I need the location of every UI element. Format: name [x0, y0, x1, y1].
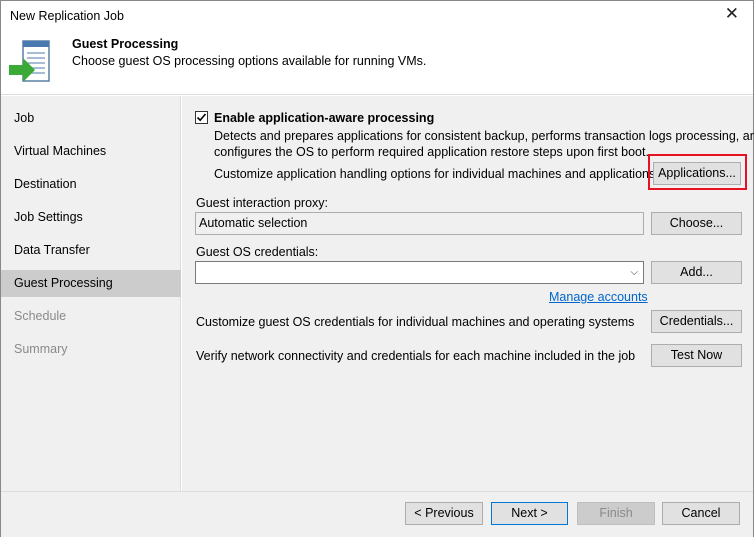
app-aware-label[interactable]: Enable application-aware processing	[214, 111, 434, 125]
close-icon[interactable]: ✕	[725, 4, 739, 24]
app-aware-checkbox[interactable]	[195, 111, 208, 124]
credentials-dropdown[interactable]: ⌵	[195, 261, 644, 284]
add-credentials-button[interactable]: Add...	[651, 261, 742, 284]
proxy-field: Automatic selection	[195, 212, 644, 235]
sidebar-item-job[interactable]: Job	[1, 105, 181, 132]
wizard-footer: < Previous Next > Finish Cancel	[1, 491, 753, 537]
choose-proxy-button[interactable]: Choose...	[651, 212, 742, 235]
applications-button[interactable]: Applications...	[653, 162, 741, 185]
sidebar-item-job-settings[interactable]: Job Settings	[1, 204, 181, 231]
credentials-button[interactable]: Credentials...	[651, 310, 742, 333]
new-replication-job-window: New Replication Job ✕ Guest Processing C…	[0, 0, 754, 537]
proxy-label: Guest interaction proxy:	[196, 196, 329, 210]
test-now-button[interactable]: Test Now	[651, 344, 742, 367]
header-title: Guest Processing	[72, 37, 179, 51]
window-title: New Replication Job	[10, 9, 124, 23]
guest-processing-icon	[9, 39, 53, 91]
header-subtitle: Choose guest OS processing options avail…	[72, 54, 427, 68]
wizard-header: Guest Processing Choose guest OS process…	[1, 31, 753, 95]
checkmark-icon	[196, 113, 207, 122]
app-aware-description-line2: configures the OS to perform required ap…	[214, 145, 649, 159]
title-bar: New Replication Job ✕	[1, 1, 753, 31]
sidebar-item-guest-processing[interactable]: Guest Processing	[1, 270, 181, 297]
sidebar-item-schedule: Schedule	[14, 309, 67, 323]
app-aware-description-line1: Detects and prepares applications for co…	[214, 129, 754, 143]
guest-processing-panel: Enable application-aware processing Dete…	[182, 96, 754, 491]
wizard-steps-sidebar: Job Virtual Machines Destination Job Set…	[1, 96, 181, 491]
previous-button[interactable]: < Previous	[405, 502, 483, 525]
app-handling-text: Customize application handling options f…	[214, 167, 656, 181]
customize-credentials-text: Customize guest OS credentials for indiv…	[196, 315, 635, 329]
credentials-label: Guest OS credentials:	[196, 245, 319, 259]
cancel-button[interactable]: Cancel	[662, 502, 740, 525]
sidebar-item-summary: Summary	[14, 342, 68, 356]
sidebar-item-data-transfer[interactable]: Data Transfer	[1, 237, 181, 264]
sidebar-item-destination[interactable]: Destination	[1, 171, 181, 198]
next-button[interactable]: Next >	[491, 502, 568, 525]
verify-text: Verify network connectivity and credenti…	[196, 349, 636, 363]
manage-accounts-link[interactable]: Manage accounts	[549, 290, 648, 304]
finish-button: Finish	[577, 502, 655, 525]
sidebar-item-virtual-machines[interactable]: Virtual Machines	[1, 138, 181, 165]
chevron-down-icon[interactable]: ⌵	[630, 262, 638, 283]
